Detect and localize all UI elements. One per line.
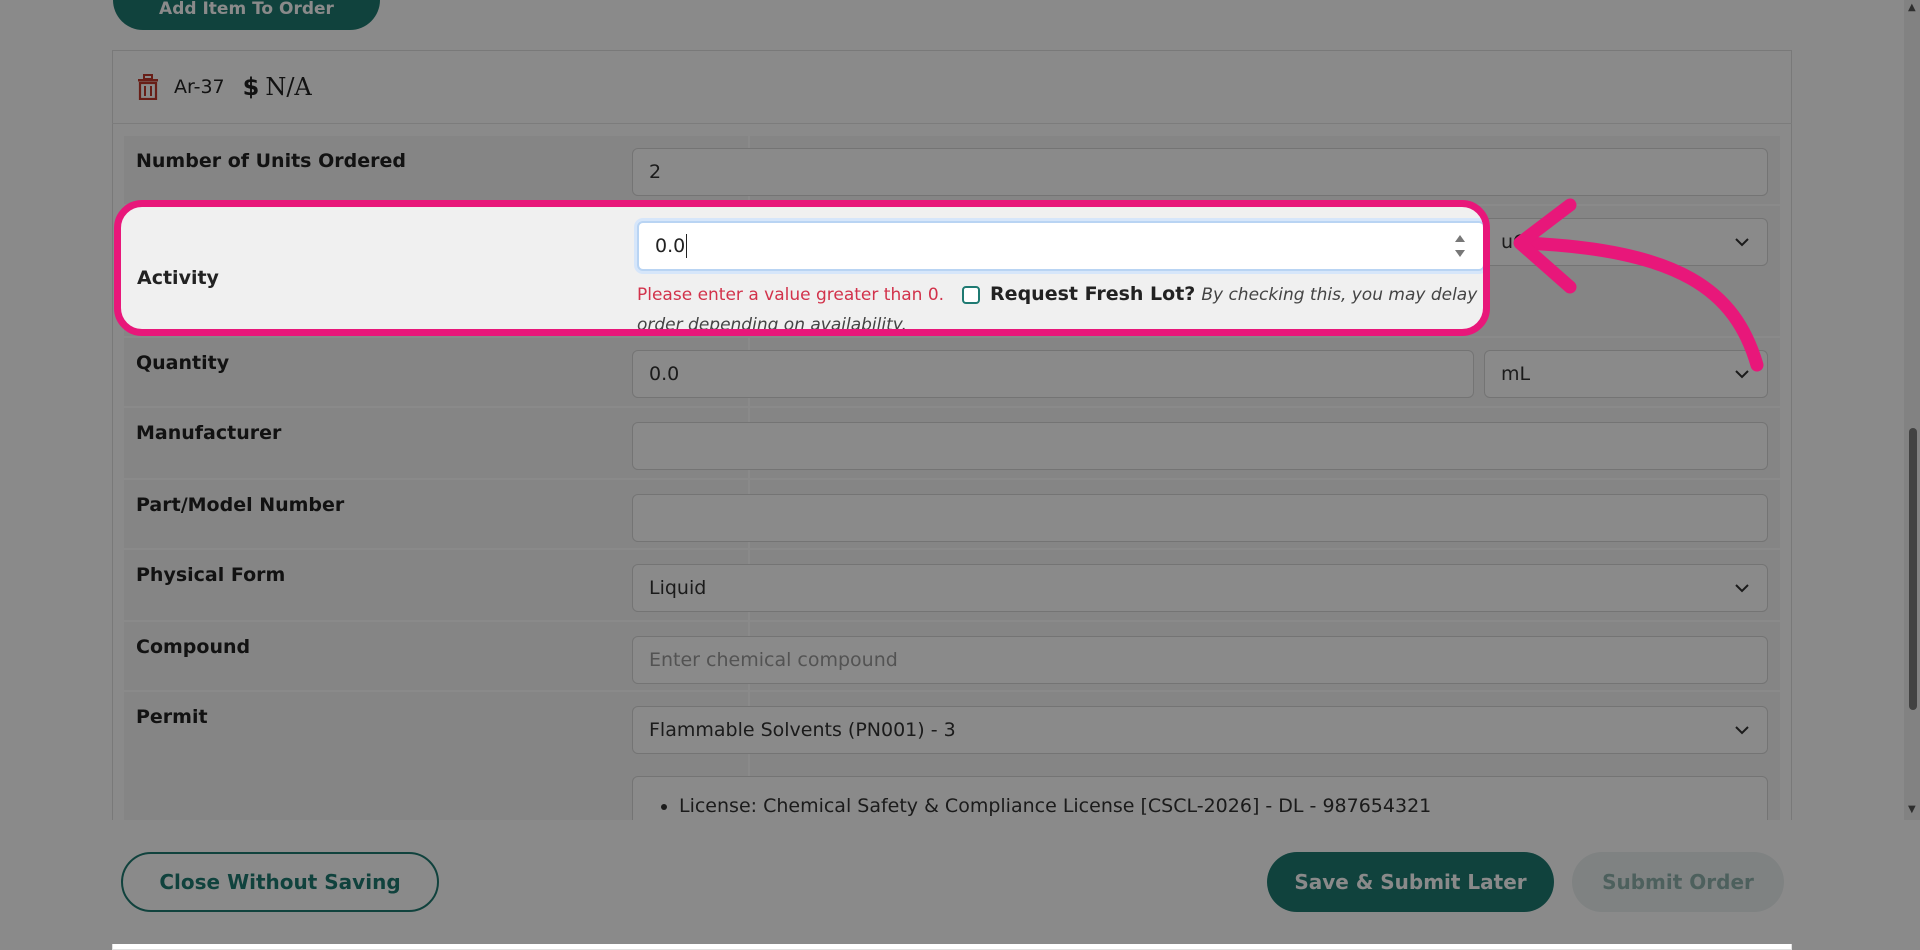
units-input[interactable]: 2 [632, 148, 1768, 196]
physical-form-row: Physical Form Liquid [124, 550, 1780, 622]
permit-label: Permit [136, 706, 208, 728]
manufacturer-label: Manufacturer [136, 422, 282, 444]
compound-label: Compound [136, 636, 251, 658]
physical-form-value: Liquid [649, 577, 707, 599]
scroll-down-icon[interactable]: ▼ [1908, 804, 1916, 815]
trash-icon[interactable] [136, 73, 160, 100]
price-value: N/A [265, 72, 312, 101]
scrollbar[interactable]: ▲ ▼ [1904, 0, 1920, 820]
activity-input[interactable]: 0.0 [637, 221, 1483, 271]
spinner-icon[interactable] [1453, 232, 1467, 260]
fresh-lot-checkbox[interactable] [962, 286, 981, 304]
chevron-down-icon [1735, 726, 1749, 735]
item-header: Ar-37 $ N/A [112, 50, 1792, 124]
item-code: Ar-37 [174, 75, 225, 98]
close-without-saving-button[interactable]: Close Without Saving [121, 852, 439, 912]
currency-symbol: $ [242, 72, 260, 101]
part-number-row: Part/Model Number [124, 480, 1780, 550]
activity-highlight: Activity 0.0 Please enter a value greate… [114, 200, 1490, 336]
item-price: $ N/A [243, 73, 312, 101]
activity-help: Please enter a value greater than 0. Requ… [637, 279, 1483, 329]
submit-order-button[interactable]: Submit Order [1572, 852, 1784, 912]
chevron-down-icon [1735, 584, 1749, 593]
permit-value: Flammable Solvents (PN001) - 3 [649, 719, 956, 741]
quantity-label: Quantity [136, 352, 230, 374]
order-form-page: Add Item To Order Ar-37 $ N/A Number of U… [0, 0, 1920, 950]
part-number-label: Part/Model Number [136, 494, 345, 516]
activity-value: 0.0 [655, 235, 686, 257]
units-label: Number of Units Ordered [136, 150, 406, 172]
permit-select[interactable]: Flammable Solvents (PN001) - 3 [632, 706, 1768, 754]
compound-input[interactable]: Enter chemical compound [632, 636, 1768, 684]
permit-row: Permit Flammable Solvents (PN001) - 3 Li… [124, 692, 1780, 836]
scroll-thumb[interactable] [1909, 428, 1917, 710]
physical-form-label: Physical Form [136, 564, 286, 586]
add-item-button[interactable]: Add Item To Order [113, 0, 380, 30]
manufacturer-input[interactable] [632, 422, 1768, 470]
annotation-arrow-icon [1513, 198, 1764, 372]
quantity-input[interactable]: 0.0 [632, 350, 1474, 398]
activity-error: Please enter a value greater than 0. [637, 285, 945, 305]
part-number-input[interactable] [632, 494, 1768, 542]
save-submit-later-button[interactable]: Save & Submit Later [1267, 852, 1554, 912]
license-item: License: Chemical Safety & Compliance Li… [679, 795, 1431, 817]
manufacturer-row: Manufacturer [124, 408, 1780, 480]
activity-label: Activity [137, 267, 219, 289]
compound-row: Compound Enter chemical compound [124, 622, 1780, 692]
physical-form-select[interactable]: Liquid [632, 564, 1768, 612]
fresh-lot-label[interactable]: Request Fresh Lot? [990, 283, 1195, 305]
text-caret [686, 234, 688, 258]
scroll-up-icon[interactable]: ▲ [1908, 2, 1916, 13]
